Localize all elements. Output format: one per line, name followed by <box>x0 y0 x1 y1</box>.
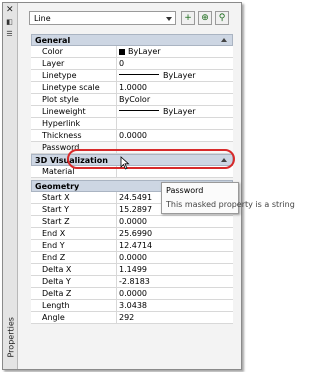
property-value[interactable]: 1.0000 <box>119 82 229 93</box>
close-icon[interactable]: ✕ <box>6 6 14 15</box>
property-value: 0.0000 <box>119 289 147 298</box>
property-label: Thickness <box>31 130 117 141</box>
property-label: Color <box>31 46 117 57</box>
quick-select-icon: ⚲ <box>218 13 226 23</box>
highlight-oval <box>67 149 235 169</box>
property-value: 1.1499 <box>119 265 147 274</box>
property-tooltip: Password This masked property is a strin… <box>161 182 295 214</box>
property-row-delta-y[interactable]: Delta Y -2.8183 <box>31 276 233 288</box>
property-value[interactable]: ByColor <box>119 94 229 105</box>
property-label: Start Z <box>31 216 117 227</box>
section-general[interactable]: General <box>31 34 233 46</box>
property-label: End Y <box>31 240 117 251</box>
property-label: Start X <box>31 192 117 203</box>
property-value: 292 <box>119 313 135 322</box>
color-value: ByLayer <box>128 47 161 56</box>
property-row-angle[interactable]: Angle 292 <box>31 312 233 324</box>
property-value[interactable]: 0.0000 <box>119 130 229 141</box>
select-objects-icon: ⊕ <box>201 13 209 23</box>
color-swatch <box>119 49 125 55</box>
property-row-lineweight[interactable]: Lineweight ByLayer <box>31 106 233 118</box>
property-value: 3.0438 <box>119 301 147 310</box>
property-value[interactable]: 12.4714 <box>119 240 229 251</box>
property-row-hyperlink[interactable]: Hyperlink <box>31 118 233 130</box>
property-label: Start Y <box>31 204 117 215</box>
property-label: Lineweight <box>31 106 117 117</box>
property-row-linetype[interactable]: Linetype ByLayer <box>31 70 233 82</box>
property-label: End Z <box>31 252 117 263</box>
property-value[interactable]: ByLayer <box>119 70 229 81</box>
property-value[interactable]: ByLayer <box>119 106 229 117</box>
quick-select-button[interactable]: ⚲ <box>215 11 229 25</box>
property-value[interactable]: 0.0000 <box>119 252 229 263</box>
property-label: Hyperlink <box>31 118 117 129</box>
property-row-plot-style[interactable]: Plot style ByColor <box>31 94 233 106</box>
properties-palette: ✕ ◧ ☰ Properties Line + ⊕ ⚲ General Colo… <box>2 2 295 370</box>
property-label: Plot style <box>31 94 117 105</box>
property-label: Length <box>31 300 117 311</box>
tooltip-title: Password <box>166 186 204 195</box>
property-label: End X <box>31 228 117 239</box>
object-type-value: Line <box>34 14 51 23</box>
property-row-end-x[interactable]: End X 25.6990 <box>31 228 233 240</box>
palette-menu-icon[interactable]: ☰ <box>5 31 14 38</box>
select-objects-button[interactable]: ⊕ <box>198 11 212 25</box>
property-row-end-y[interactable]: End Y 12.4714 <box>31 240 233 252</box>
property-label: Linetype scale <box>31 82 117 93</box>
section-general-title: General <box>35 36 71 45</box>
mouse-cursor-icon <box>120 156 130 170</box>
property-label: Layer <box>31 58 117 69</box>
collapse-icon[interactable] <box>221 38 227 42</box>
property-label: Linetype <box>31 70 117 81</box>
property-row-color[interactable]: Color ByLayer <box>31 46 233 58</box>
property-row-end-z[interactable]: End Z 0.0000 <box>31 252 233 264</box>
lineweight-value: ByLayer <box>163 107 196 116</box>
toggle-pickadd-button[interactable]: + <box>181 11 195 25</box>
palette-title-strip[interactable]: ✕ ◧ ☰ Properties <box>3 3 18 369</box>
section-geometry-title: Geometry <box>35 182 80 191</box>
property-label: Delta X <box>31 264 117 275</box>
palette-title: Properties <box>6 317 16 358</box>
property-row-length[interactable]: Length 3.0438 <box>31 300 233 312</box>
chevron-down-icon <box>166 17 172 21</box>
property-value[interactable]: 0 <box>119 58 229 69</box>
plus-icon: + <box>184 13 192 23</box>
property-value[interactable]: ByLayer <box>119 46 229 57</box>
auto-hide-icon[interactable]: ◧ <box>5 19 14 26</box>
property-value[interactable] <box>119 118 229 129</box>
linetype-value: ByLayer <box>163 71 196 80</box>
property-label: Angle <box>31 312 117 323</box>
tooltip-text: This masked property is a string <box>166 200 295 209</box>
linetype-preview <box>119 74 159 75</box>
property-row-delta-x[interactable]: Delta X 1.1499 <box>31 264 233 276</box>
property-label: Delta Y <box>31 276 117 287</box>
property-row-start-z[interactable]: Start Z 0.0000 <box>31 216 233 228</box>
property-value: -2.8183 <box>119 277 150 286</box>
property-value[interactable]: 0.0000 <box>119 216 229 227</box>
property-row-layer[interactable]: Layer 0 <box>31 58 233 70</box>
property-row-linetype-scale[interactable]: Linetype scale 1.0000 <box>31 82 233 94</box>
lineweight-preview <box>119 110 159 111</box>
property-row-thickness[interactable]: Thickness 0.0000 <box>31 130 233 142</box>
property-value[interactable]: 25.6990 <box>119 228 229 239</box>
object-type-dropdown[interactable]: Line <box>29 11 176 25</box>
property-label: Delta Z <box>31 288 117 299</box>
property-row-delta-z[interactable]: Delta Z 0.0000 <box>31 288 233 300</box>
